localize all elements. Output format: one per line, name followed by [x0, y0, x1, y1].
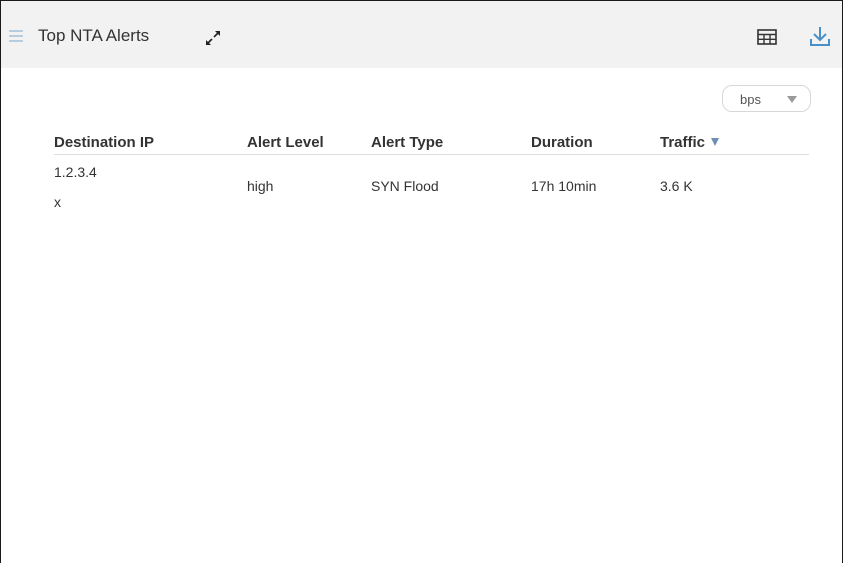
sort-descending-icon: [711, 138, 720, 146]
widget-header: Top NTA Alerts: [1, 1, 842, 68]
column-header-alert-level[interactable]: Alert Level: [247, 134, 324, 151]
cell-alert-type: SYN Flood: [371, 178, 439, 194]
hamburger-menu-icon[interactable]: [9, 30, 23, 42]
unit-dropdown[interactable]: bps: [722, 85, 811, 112]
download-icon[interactable]: [809, 25, 831, 47]
chevron-down-icon: [787, 96, 797, 103]
cell-traffic: 3.6 K: [660, 178, 693, 194]
cell-destination-ip: 1.2.3.4: [54, 164, 97, 180]
column-header-destination-ip[interactable]: Destination IP: [54, 134, 154, 151]
cell-duration: 17h 10min: [531, 178, 597, 194]
column-header-alert-type[interactable]: Alert Type: [371, 134, 443, 151]
column-header-traffic-label: Traffic: [660, 134, 706, 151]
table-view-icon[interactable]: [757, 29, 777, 45]
column-header-duration[interactable]: Duration: [531, 134, 593, 151]
widget-title: Top NTA Alerts: [38, 26, 150, 45]
column-header-traffic[interactable]: Traffic: [660, 134, 720, 151]
table-header: Destination IP Alert Level Alert Type Du…: [54, 126, 809, 155]
cell-alert-level: high: [247, 178, 274, 194]
top-nta-alerts-widget: Top NTA Alerts bps Destination IP Alert …: [0, 0, 843, 563]
cell-destination-sub: x: [54, 194, 61, 210]
unit-dropdown-value: bps: [740, 92, 761, 107]
expand-arrows-icon[interactable]: [204, 29, 222, 47]
